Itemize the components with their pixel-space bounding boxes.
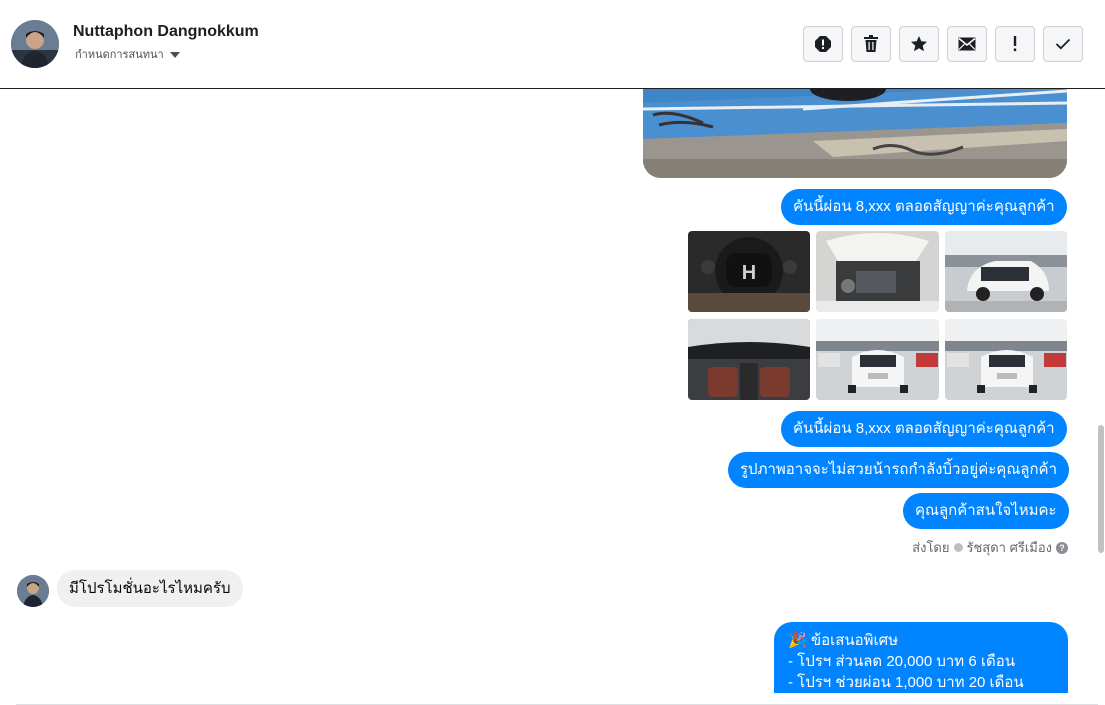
car-photo-attachment[interactable] [643, 89, 1067, 178]
photo-thumbnail[interactable]: H [688, 231, 810, 312]
sent-message[interactable]: คันนี้ผ่อน 8,xxx ตลอดสัญญาค่ะคุณลูกค้า [781, 189, 1067, 225]
help-icon[interactable]: ? [1056, 541, 1068, 554]
offer-line: - โปรฯ ส่วนลด 20,000 บาท 6 เดือน [788, 653, 1016, 670]
sent-message[interactable]: รูปภาพอาจจะไม่สวยน้ารถกำลังบิ้วอยู่ค่ะคุ… [728, 452, 1069, 488]
conversation-header: Nuttaphon Dangnokkum กำหนดการสนทนา [0, 0, 1105, 89]
contact-name[interactable]: Nuttaphon Dangnokkum [73, 23, 259, 41]
done-button[interactable] [1043, 26, 1083, 62]
star-icon [911, 36, 927, 52]
conversation-settings[interactable]: กำหนดการสนทนา [75, 45, 180, 63]
conversation-settings-label: กำหนดการสนทนา [75, 49, 164, 61]
offer-title: 🎉 ข้อเสนอพิเศษ [788, 632, 899, 649]
mark-unread-button[interactable] [947, 26, 987, 62]
photo-thumbnail[interactable] [816, 319, 939, 400]
photo-thumbnail[interactable] [688, 319, 810, 400]
photo-thumbnail[interactable] [945, 319, 1067, 400]
report-button[interactable] [803, 26, 843, 62]
sent-by-prefix: ส่งโดย [912, 540, 950, 555]
important-button[interactable] [995, 26, 1035, 62]
photo-grid: H [688, 231, 1068, 400]
offer-line: - โปรฯ ช่วยผ่อน 1,000 บาท 20 เดือน [788, 674, 1024, 691]
sent-by-note: ส่งโดย รัชสุดา ศรีเมือง ? [912, 537, 1068, 558]
photo-thumbnail[interactable] [945, 231, 1067, 312]
scrollbar-thumb[interactable] [1098, 425, 1104, 553]
header-toolbar [803, 26, 1083, 62]
message-thread: คันนี้ผ่อน 8,xxx ตลอดสัญญาค่ะคุณลูกค้า H [0, 89, 1105, 693]
exclamation-icon [1013, 36, 1017, 52]
svg-text:H: H [742, 262, 756, 284]
caret-down-icon [169, 51, 180, 58]
sent-message[interactable]: คันนี้ผ่อน 8,xxx ตลอดสัญญาค่ะคุณลูกค้า [781, 411, 1067, 447]
sent-message-offer[interactable]: 🎉 ข้อเสนอพิเศษ - โปรฯ ส่วนลด 20,000 บาท … [774, 622, 1068, 693]
trash-icon [864, 35, 878, 52]
delete-button[interactable] [851, 26, 891, 62]
verified-dot-icon [953, 543, 963, 552]
received-message[interactable]: มีโปรโมชั่นอะไรไหมครับ [57, 570, 243, 607]
photo-thumbnail[interactable] [816, 231, 939, 312]
customer-avatar[interactable] [17, 575, 49, 607]
contact-avatar[interactable] [11, 20, 59, 68]
envelope-icon [958, 37, 976, 51]
thread-scrollbar[interactable] [1097, 89, 1105, 693]
sent-message[interactable]: คุณลูกค้าสนใจไหมคะ [903, 493, 1069, 529]
report-icon [815, 36, 831, 52]
check-icon [1055, 38, 1071, 50]
sender-name[interactable]: รัชสุดา ศรีเมือง [967, 537, 1053, 558]
star-button[interactable] [899, 26, 939, 62]
